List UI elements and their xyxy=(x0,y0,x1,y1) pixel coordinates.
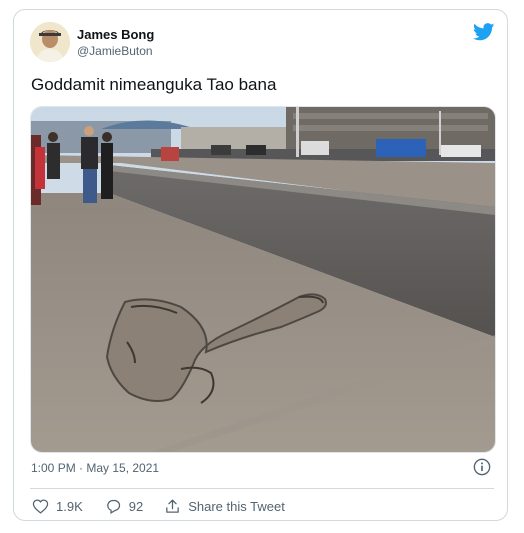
tweet-timestamp[interactable]: 1:00 PM · May 15, 2021 xyxy=(31,461,159,475)
avatar[interactable] xyxy=(30,22,70,62)
tweet-photo[interactable] xyxy=(30,106,496,453)
heart-icon xyxy=(32,498,49,514)
like-count: 1.9K xyxy=(56,498,83,514)
reply-button[interactable]: 92 xyxy=(105,498,143,515)
tweet-text: Goddamit nimeanguka Tao bana xyxy=(31,75,277,94)
twitter-bird-icon[interactable] xyxy=(473,23,495,41)
tweet-card[interactable]: James Bong @JamieButon Goddamit nimeangu… xyxy=(13,9,508,521)
info-icon[interactable] xyxy=(473,458,491,476)
tweet-actions: 1.9K 92 Share this Tweet xyxy=(30,496,285,516)
share-button[interactable]: Share this Tweet xyxy=(164,498,285,515)
author-handle[interactable]: @JamieButon xyxy=(77,44,153,58)
reply-bubble-icon xyxy=(106,499,120,514)
share-label: Share this Tweet xyxy=(188,498,285,514)
like-button[interactable]: 1.9K xyxy=(32,498,83,515)
author-name[interactable]: James Bong xyxy=(77,27,154,42)
reply-count: 92 xyxy=(128,498,144,514)
share-icon xyxy=(166,498,180,513)
divider xyxy=(30,488,494,489)
